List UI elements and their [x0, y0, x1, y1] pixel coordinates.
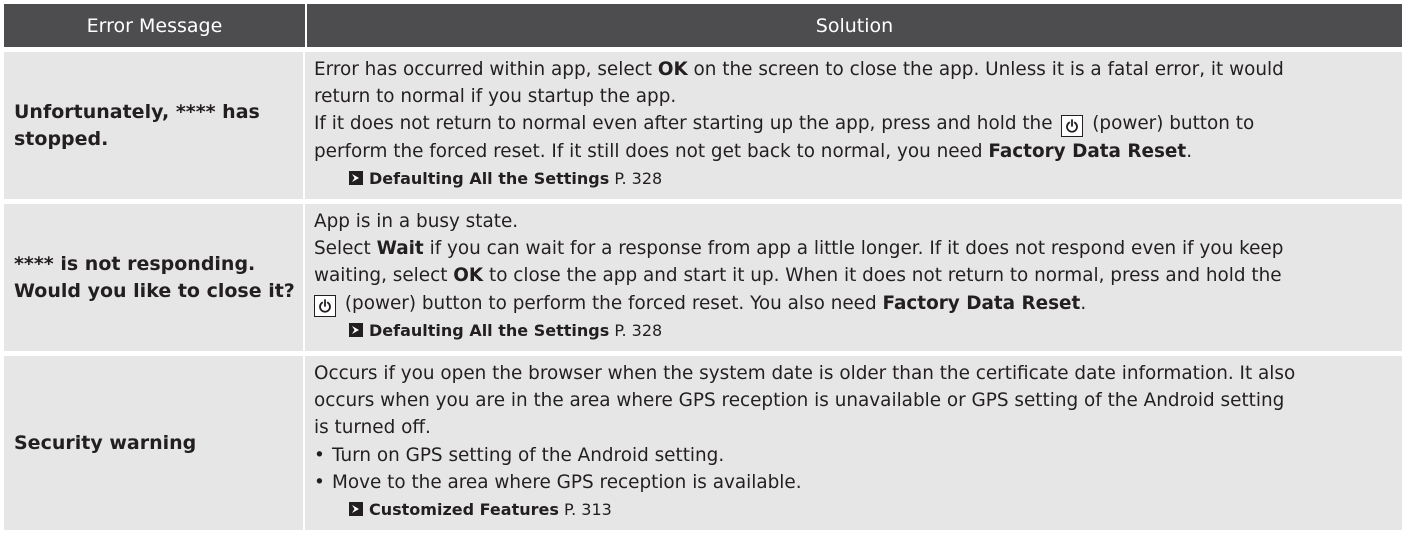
bullet-icon: • [314, 471, 325, 493]
header-error-message: Error Message [4, 4, 307, 47]
table-row: Security warning Occurs if you open the … [4, 356, 1402, 531]
error-message-cell: Security warning [4, 356, 305, 531]
reference-page: P. 313 [563, 500, 612, 520]
error-table: Error Message Solution Unfortunately, **… [4, 4, 1402, 531]
solution-line: return to normal if you startup the app. [314, 86, 677, 108]
solution-line: App is in a busy state. [314, 211, 519, 233]
list-item: • Turn on GPS setting of the Android sett… [314, 442, 1394, 469]
solution-line: perform the forced reset. If it still do… [314, 140, 1193, 162]
table-header: Error Message Solution [4, 4, 1402, 47]
header-solution: Solution [815, 14, 894, 37]
ok-keyword: OK [453, 265, 484, 287]
bullet-icon: • [314, 444, 325, 466]
power-icon [314, 294, 336, 317]
factory-data-reset-keyword: Factory Data Reset [882, 292, 1081, 314]
solution-line: Error has occurred within app, select OK… [314, 59, 1284, 80]
reference-arrow-icon [349, 166, 363, 193]
error-message-text: **** is not responding. Would you like t… [14, 252, 295, 302]
page-reference[interactable]: Defaulting All the Settings P. 328 [314, 165, 1394, 193]
solution-line: Select Wait if you can wait for a respon… [314, 238, 1284, 260]
power-icon [1061, 115, 1084, 138]
solution-line: (power) button to perform the forced res… [314, 290, 1394, 317]
solution-cell: Occurs if you open the browser when the … [305, 356, 1402, 530]
solution-cell: App is in a busy state. Select Wait if y… [305, 204, 1402, 351]
reference-page: P. 328 [614, 168, 663, 188]
solution-cell: Error has occurred within app, select OK… [305, 52, 1402, 199]
table-row: Unfortunately, **** has stopped. Error h… [4, 52, 1402, 200]
factory-data-reset-keyword: Factory Data Reset [988, 140, 1187, 162]
list-item: • Move to the area where GPS reception is… [314, 469, 1394, 496]
reference-title: Customized Features [369, 500, 559, 520]
ok-keyword: OK [657, 59, 688, 80]
solution-line: is turned off. [314, 417, 431, 439]
error-message-text: Unfortunately, **** has stopped. [14, 100, 260, 150]
error-message-text: Security warning [14, 431, 197, 454]
reference-arrow-icon [349, 497, 363, 524]
reference-arrow-icon [349, 318, 363, 345]
table-row: **** is not responding. Would you like t… [4, 204, 1402, 352]
reference-title: Defaulting All the Settings [369, 168, 610, 188]
solution-line: Occurs if you open the browser when the … [314, 363, 1296, 385]
solution-line: If it does not return to normal even aft… [314, 110, 1394, 138]
page-reference[interactable]: Defaulting All the Settings P. 328 [314, 317, 1394, 345]
reference-title: Defaulting All the Settings [369, 320, 610, 340]
wait-keyword: Wait [376, 238, 424, 260]
error-message-cell: **** is not responding. Would you like t… [4, 204, 305, 352]
solution-line: occurs when you are in the area where GP… [314, 390, 1285, 412]
error-message-cell: Unfortunately, **** has stopped. [4, 52, 305, 200]
page-reference[interactable]: Customized Features P. 313 [314, 496, 1394, 524]
reference-page: P. 328 [614, 320, 663, 340]
solution-line: waiting, select OK to close the app and … [314, 265, 1282, 287]
